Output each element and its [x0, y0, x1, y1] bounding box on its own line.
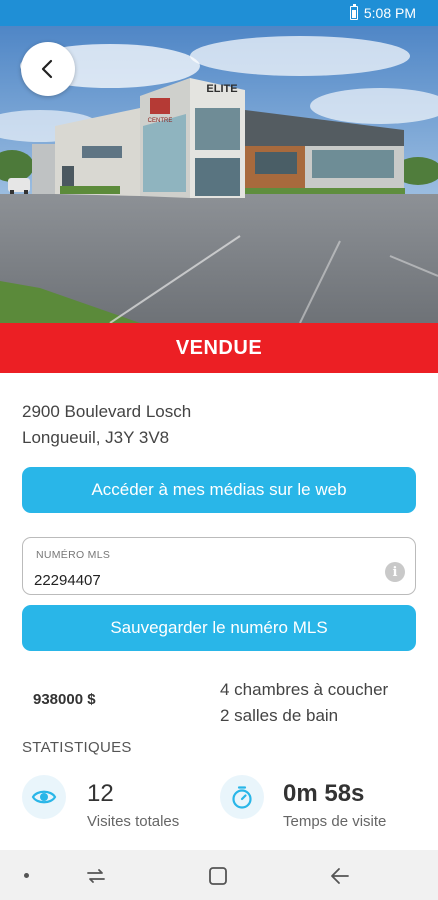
timer-icon — [220, 775, 264, 819]
sign-right-text: ELITE — [206, 83, 237, 95]
info-icon[interactable]: i — [385, 562, 405, 582]
save-mls-button[interactable]: Sauvegarder le numéro MLS — [22, 605, 416, 651]
mls-number-input[interactable] — [34, 569, 364, 591]
mls-number-field[interactable]: NUMÉRO MLS i — [22, 537, 416, 595]
rooms-summary: 4 chambres à coucher 2 salles de bain — [220, 677, 388, 729]
status-bar: 5:08 PM — [0, 0, 438, 26]
home-icon[interactable] — [206, 865, 230, 887]
status-time: 5:08 PM — [363, 5, 416, 21]
sign-left-text: CENTRE — [148, 118, 173, 124]
visit-time-value: 0m 58s — [283, 780, 365, 807]
stats-heading: STATISTIQUES — [22, 739, 132, 756]
address-line-2: Longueuil, J3Y 3V8 — [22, 428, 170, 447]
back-button[interactable] — [21, 42, 75, 96]
visit-time-label: Temps de visite — [283, 813, 387, 830]
address-line-1: 2900 Boulevard Losch — [22, 402, 192, 421]
eye-icon — [22, 775, 66, 819]
chevron-left-icon — [41, 59, 53, 79]
nav-dot-indicator — [24, 873, 29, 878]
battery-icon — [350, 4, 358, 20]
mls-label: NUMÉRO MLS — [36, 549, 111, 561]
price: 938000 $ — [33, 691, 96, 708]
back-arrow-icon[interactable] — [328, 865, 352, 887]
visits-count: 12 — [87, 780, 114, 807]
status-banner: VENDUE — [0, 323, 438, 373]
navigation-bar — [0, 850, 438, 900]
bathrooms: 2 salles de bain — [220, 706, 339, 725]
web-media-button[interactable]: Accéder à mes médias sur le web — [22, 467, 416, 513]
visits-label: Visites totales — [87, 813, 180, 830]
address: 2900 Boulevard Losch Longueuil, J3Y 3V8 — [22, 399, 191, 451]
bedrooms: 4 chambres à coucher — [220, 680, 389, 699]
recents-icon[interactable] — [84, 865, 108, 887]
